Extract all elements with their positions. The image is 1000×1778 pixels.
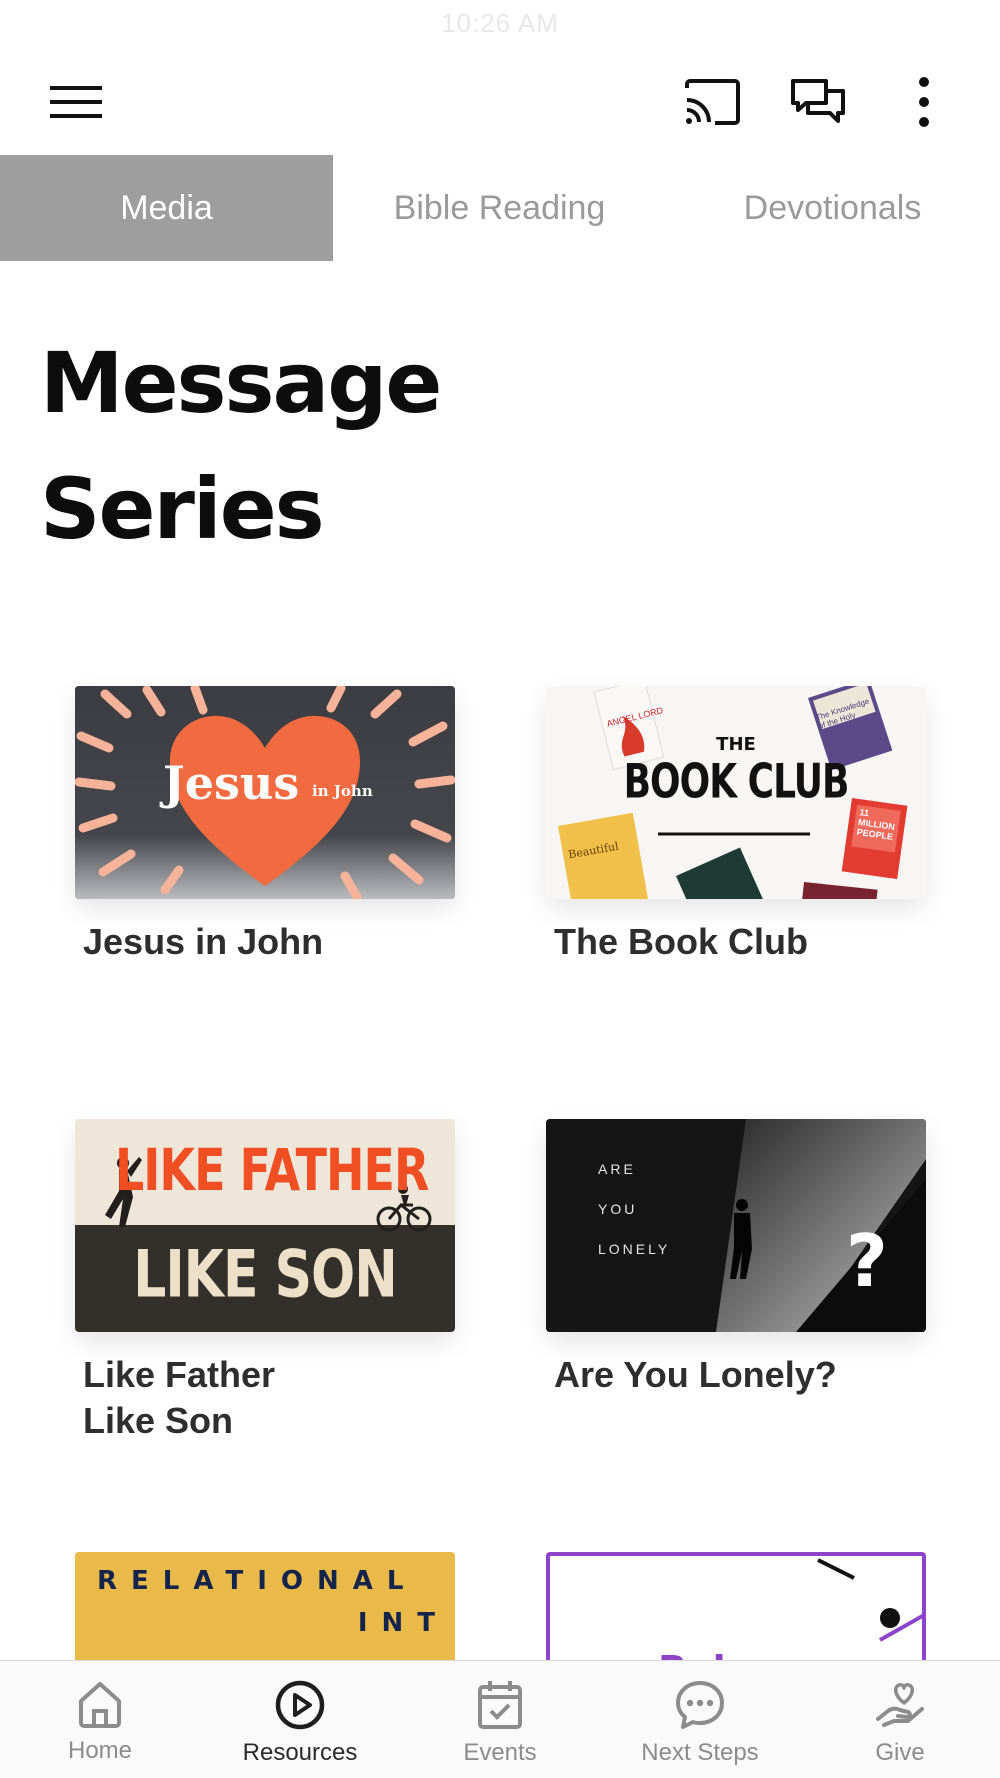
nav-label: Give [875, 1739, 925, 1766]
thumb-text-lines: ARE YOU LONELY [598, 1149, 670, 1269]
series-title: The Book Club [554, 921, 808, 962]
cast-button[interactable] [682, 72, 742, 132]
thumb-text-line1: RELATIONAL [97, 1566, 418, 1596]
play-circle-icon [275, 1680, 325, 1730]
nav-label: Home [67, 1737, 133, 1764]
thumb-text-line: LONELY [598, 1241, 671, 1257]
nav-resources[interactable]: Resources [200, 1661, 400, 1778]
home-icon [79, 1682, 121, 1728]
top-app-bar [0, 60, 1000, 144]
thumb-text-top: LIKE FATHER [115, 1136, 429, 1204]
thumb-text-line1: THE [716, 734, 756, 755]
nav-label: Resources [242, 1739, 358, 1766]
tab-bar: Media Bible Reading Devotionals [0, 155, 1000, 261]
nav-give[interactable]: Give [800, 1661, 1000, 1778]
series-title: Jesus in John [83, 921, 324, 962]
nav-next-steps[interactable]: Next Steps [600, 1661, 800, 1778]
tab-devotionals[interactable]: Devotionals [666, 155, 999, 261]
nav-label: Events [463, 1739, 537, 1766]
thumb-text-bottom: LIKE SON [133, 1237, 398, 1313]
status-time: 10:26 AM [441, 8, 559, 38]
tab-media[interactable]: Media [0, 155, 333, 261]
thumb-text-line: ARE [598, 1161, 636, 1177]
thumb-text-line: YOU [598, 1201, 638, 1217]
thumb-text-main: Jesus [163, 756, 300, 810]
messages-button[interactable] [788, 72, 848, 132]
thumb-text-small: in John [312, 782, 373, 800]
book-spine-text: 11 MILLION PEOPLE [856, 807, 896, 842]
question-mark-glyph: ? [846, 1219, 888, 1303]
chat-bubble-icon [676, 1681, 724, 1729]
series-card-the-book-club[interactable]: THE BOOK CLUB ANGEL LORD Beautiful The K… [546, 686, 926, 965]
series-thumbnail: ARE YOU LONELY ? [546, 1119, 926, 1332]
nav-events[interactable]: Events [400, 1661, 600, 1778]
series-thumbnail: Jesus in John [75, 686, 455, 899]
series-card-are-you-lonely[interactable]: ARE YOU LONELY ? Are You Lonely? [546, 1119, 926, 1398]
series-card-like-father-like-son[interactable]: LIKE FATHER LIKE SON Like Father Like So… [75, 1119, 455, 1444]
more-options-button[interactable] [894, 72, 954, 132]
series-title: Like Father Like Son [83, 1354, 276, 1441]
bottom-navigation: Home Resources Events Next Steps Give [0, 1660, 1000, 1778]
series-thumbnail: THE BOOK CLUB ANGEL LORD Beautiful The K… [546, 686, 926, 899]
chat-icon [791, 79, 845, 123]
hamburger-icon [50, 86, 102, 118]
cast-icon [685, 79, 740, 125]
series-card-jesus-in-john[interactable]: Jesus in John Jesus in John [75, 686, 455, 965]
nav-home[interactable]: Home [0, 1661, 200, 1778]
page-title: Message Series [40, 334, 442, 558]
series-title: Are You Lonely? [554, 1354, 837, 1395]
menu-button[interactable] [46, 72, 106, 132]
tab-bible-reading[interactable]: Bible Reading [333, 155, 666, 261]
thumb-text-line2: INT [357, 1608, 449, 1638]
heart-hand-icon [876, 1683, 924, 1727]
calendar-check-icon [478, 1681, 522, 1729]
thumb-text-line2: BOOK CLUB [623, 755, 850, 810]
series-thumbnail: LIKE FATHER LIKE SON [75, 1119, 455, 1332]
nav-label: Next Steps [641, 1739, 759, 1766]
more-vertical-icon [919, 77, 929, 127]
